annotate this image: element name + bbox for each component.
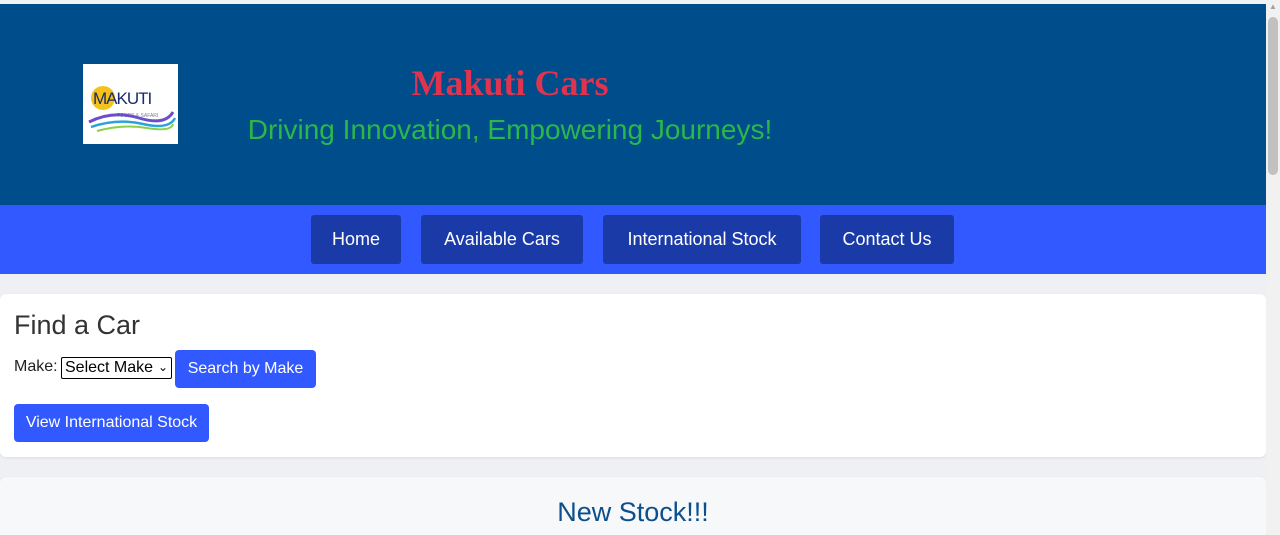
site-tagline: Driving Innovation, Empowering Journeys! (247, 114, 773, 145)
main-nav: Home Available Cars International Stock … (0, 205, 1266, 274)
make-select-value: Select Make (65, 359, 154, 376)
chevron-down-icon: ⌄ (157, 360, 168, 374)
svg-text:MAKUTI: MAKUTI (93, 89, 152, 108)
page-scrollbar[interactable]: ▲ (1266, 0, 1280, 535)
scroll-up-arrow-icon[interactable]: ▲ (1269, 3, 1277, 11)
scrollbar-thumb[interactable] (1268, 17, 1278, 175)
site-title: Makuti Cars (411, 63, 609, 103)
new-stock-heading: New Stock!!! (557, 497, 709, 527)
nav-international-stock[interactable]: International Stock (603, 215, 801, 264)
new-stock-panel: New Stock!!! (0, 477, 1266, 535)
make-select[interactable]: Select Make ⌄ (61, 357, 172, 379)
search-by-make-button[interactable]: Search by Make (175, 350, 316, 388)
nav-home[interactable]: Home (311, 215, 401, 264)
site-header: MAKUTI TOURS & SAFARI Makuti Cars Drivin… (0, 4, 1266, 205)
make-label: Make: (14, 358, 58, 375)
page: MAKUTI TOURS & SAFARI Makuti Cars Drivin… (0, 0, 1266, 535)
nav-contact-us[interactable]: Contact Us (820, 215, 954, 264)
find-car-heading: Find a Car (14, 310, 141, 340)
view-international-stock-button[interactable]: View International Stock (14, 404, 209, 442)
nav-available-cars[interactable]: Available Cars (421, 215, 583, 264)
